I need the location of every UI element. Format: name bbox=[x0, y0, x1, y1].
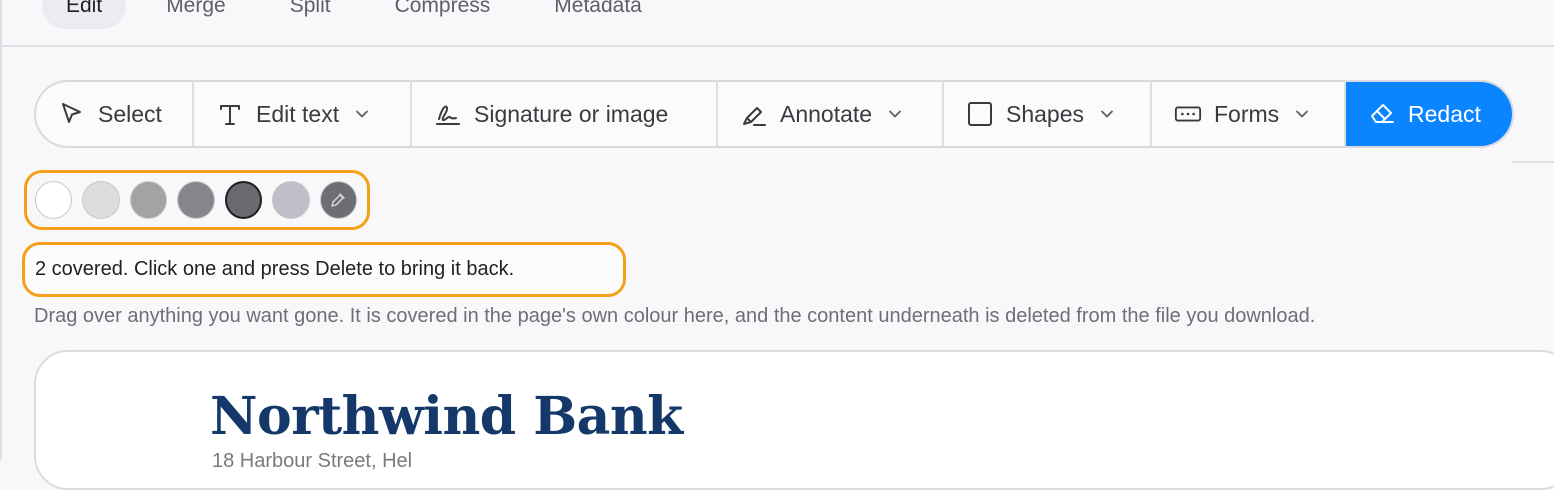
highlighter-icon bbox=[740, 100, 768, 128]
chevron-down-icon bbox=[888, 107, 902, 121]
eyedropper-icon bbox=[328, 190, 348, 210]
color-swatch-gray[interactable] bbox=[129, 181, 168, 219]
color-swatch-light-gray[interactable] bbox=[82, 181, 120, 219]
text-t-icon bbox=[216, 100, 244, 128]
redact-tool-label: Redact bbox=[1408, 100, 1481, 127]
color-swatch-dark-gray[interactable] bbox=[224, 181, 263, 219]
forms-tool-button[interactable]: Forms bbox=[1152, 82, 1346, 146]
signature-tool-label: Signature or image bbox=[474, 100, 669, 127]
annotate-tool-label: Annotate bbox=[780, 100, 873, 127]
chevron-down-icon bbox=[355, 107, 369, 121]
edit-toolbar: Select Edit text Signature or image Anno… bbox=[34, 80, 1514, 148]
chevron-down-icon bbox=[1295, 107, 1309, 121]
left-border bbox=[0, 0, 2, 460]
form-field-icon bbox=[1174, 100, 1202, 128]
redaction-status-text: 2 covered. Click one and press Delete to… bbox=[35, 258, 515, 280]
shapes-tool-label: Shapes bbox=[1006, 100, 1085, 127]
color-swatch-lavender-gray[interactable] bbox=[272, 181, 310, 219]
eraser-icon bbox=[1368, 100, 1396, 128]
redact-tool-button[interactable]: Redact bbox=[1346, 82, 1512, 146]
tab-edit[interactable]: Edit bbox=[42, 0, 127, 29]
document-subtitle: 18 Harbour Street, Hel bbox=[212, 450, 413, 470]
color-swatch-white[interactable] bbox=[35, 181, 73, 219]
tab-compress[interactable]: Compress bbox=[371, 0, 515, 29]
cursor-arrow-icon bbox=[58, 100, 86, 128]
signature-tool-button[interactable]: Signature or image bbox=[412, 82, 718, 146]
signature-pen-icon bbox=[434, 100, 462, 128]
top-tab-bar: Edit Merge Split Compress Metadata bbox=[42, 0, 682, 30]
square-icon bbox=[966, 100, 994, 128]
toolbar-divider bbox=[1512, 161, 1554, 163]
color-swatch-mid-gray[interactable] bbox=[177, 181, 215, 219]
redact-color-palette bbox=[24, 170, 370, 230]
tabs-divider bbox=[2, 45, 1554, 47]
eyedropper-button[interactable] bbox=[319, 181, 357, 219]
select-tool-button[interactable]: Select bbox=[36, 82, 194, 146]
chevron-down-icon bbox=[1100, 107, 1114, 121]
tab-split[interactable]: Split bbox=[266, 0, 355, 29]
document-title: Northwind Bank bbox=[210, 386, 683, 447]
tab-metadata[interactable]: Metadata bbox=[530, 0, 666, 29]
tab-merge[interactable]: Merge bbox=[142, 0, 250, 29]
edit-text-tool-label: Edit text bbox=[256, 100, 340, 127]
shapes-tool-button[interactable]: Shapes bbox=[944, 82, 1152, 146]
redact-hint-text: Drag over anything you want gone. It is … bbox=[34, 305, 1316, 327]
redaction-status: 2 covered. Click one and press Delete to… bbox=[22, 242, 626, 297]
edit-text-tool-button[interactable]: Edit text bbox=[194, 82, 412, 146]
forms-tool-label: Forms bbox=[1214, 100, 1280, 127]
annotate-tool-button[interactable]: Annotate bbox=[718, 82, 944, 146]
select-tool-label: Select bbox=[98, 100, 162, 127]
